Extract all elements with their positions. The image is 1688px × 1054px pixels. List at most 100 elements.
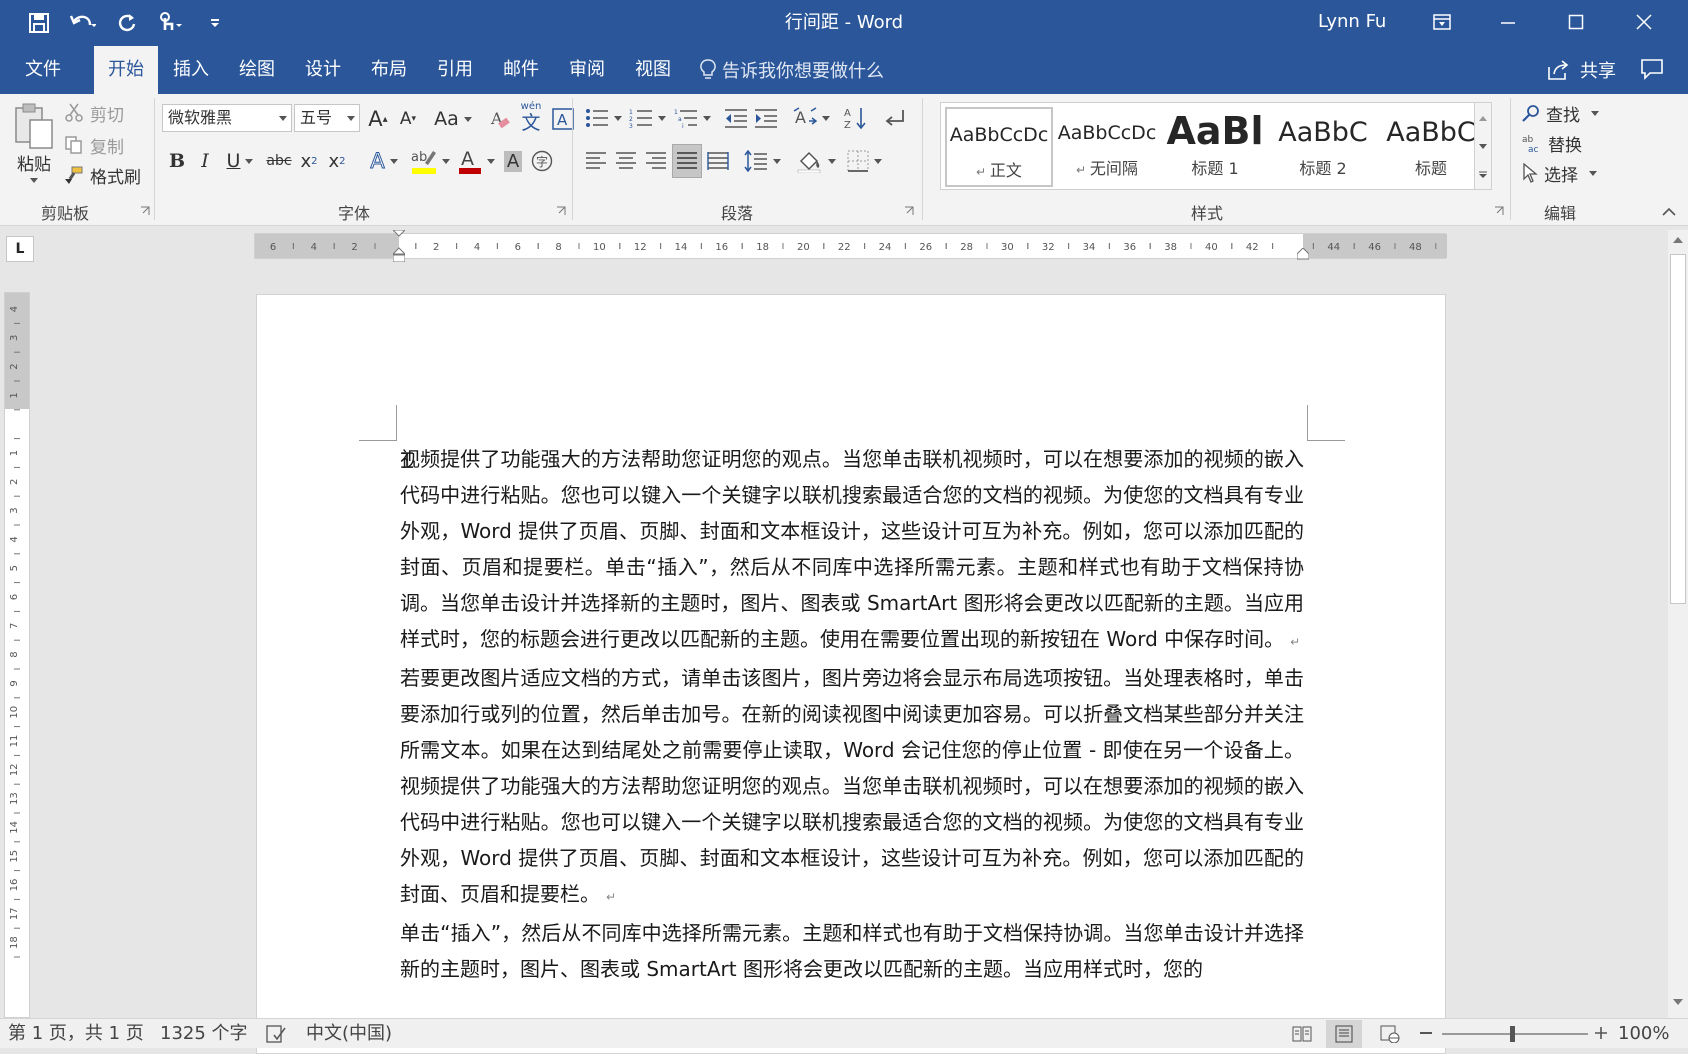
italic-icon[interactable]: I bbox=[192, 146, 218, 176]
collapse-ribbon-icon[interactable] bbox=[1662, 206, 1676, 216]
bold-icon[interactable]: B bbox=[164, 146, 190, 176]
tab-references[interactable]: 引用 bbox=[424, 46, 486, 94]
paragraph[interactable]: 若要更改图片适应文档的方式，请单击该图片，图片旁边将会显示布局选项按钮。当处理表… bbox=[400, 660, 1304, 915]
clipboard-launcher-icon[interactable] bbox=[140, 206, 150, 216]
tab-home[interactable]: 开始 bbox=[94, 46, 158, 94]
scroll-up-icon[interactable] bbox=[1673, 236, 1683, 244]
change-case-button[interactable]: Aa bbox=[430, 106, 476, 132]
replace-button[interactable]: ab ac 替换 bbox=[1522, 130, 1582, 156]
print-layout-icon[interactable] bbox=[1326, 1020, 1362, 1048]
chevron-down-icon[interactable] bbox=[347, 116, 355, 121]
underline-icon[interactable]: U bbox=[220, 146, 260, 176]
increase-indent-icon[interactable] bbox=[752, 104, 780, 132]
customize-qat-icon[interactable] bbox=[198, 6, 232, 40]
more-styles-icon[interactable] bbox=[1475, 161, 1491, 189]
comments-icon[interactable] bbox=[1640, 58, 1664, 80]
zoom-out-icon[interactable] bbox=[1420, 1032, 1432, 1034]
zoom-level[interactable]: 100% bbox=[1618, 1019, 1669, 1049]
zoom-slider[interactable] bbox=[1442, 1033, 1588, 1035]
bullets-icon[interactable] bbox=[582, 104, 624, 132]
vertical-scrollbar[interactable] bbox=[1668, 230, 1688, 1018]
save-icon[interactable] bbox=[22, 6, 56, 40]
shading-icon[interactable] bbox=[794, 146, 838, 176]
line-spacing-icon[interactable] bbox=[740, 146, 784, 176]
scroll-down-icon[interactable] bbox=[1673, 998, 1683, 1006]
phonetic-guide-icon[interactable]: wén 文 bbox=[516, 100, 546, 134]
chevron-down-icon[interactable] bbox=[1475, 132, 1491, 161]
chevron-up-icon[interactable] bbox=[1475, 103, 1491, 132]
enclose-characters-icon[interactable]: 字 bbox=[528, 146, 556, 176]
style-normal[interactable]: AaBbCcDc ↵ 正文 bbox=[945, 107, 1053, 187]
horizontal-ruler[interactable]: 6 4 2 2 4 6 8 10 12 14 16 18 20 22 24 26 28 30 32 34 36 38 40 4… bbox=[254, 230, 1447, 262]
grow-font-icon[interactable]: A ▴ bbox=[364, 106, 392, 132]
language[interactable]: 中文(中国) bbox=[306, 1019, 392, 1049]
word-count[interactable]: 1325 个字 bbox=[160, 1019, 248, 1049]
styles-launcher-icon[interactable] bbox=[1494, 206, 1504, 216]
format-painter-button[interactable]: 格式刷 bbox=[64, 162, 141, 188]
document-page[interactable]: Ɪ 视频提供了功能强大的方法帮助您证明您的观点。当您单击联机视频时，可以在想要添… bbox=[256, 294, 1446, 1054]
superscript-icon[interactable]: x2 bbox=[324, 146, 350, 176]
font-size-box[interactable]: 五号 bbox=[294, 104, 360, 132]
distributed-icon[interactable] bbox=[704, 146, 732, 176]
share-button[interactable]: 共享 bbox=[1546, 46, 1616, 94]
redo-icon[interactable] bbox=[110, 6, 144, 40]
tab-layout[interactable]: 布局 bbox=[358, 46, 420, 94]
borders-icon[interactable] bbox=[842, 146, 886, 176]
indent-marker-icon[interactable] bbox=[393, 230, 405, 262]
character-shading-icon[interactable]: A bbox=[500, 146, 526, 176]
style-heading-1[interactable]: AaBl 标题 1 bbox=[1161, 107, 1269, 187]
show-marks-icon[interactable] bbox=[880, 104, 908, 132]
user-name[interactable]: Lynn Fu bbox=[1318, 0, 1386, 44]
font-launcher-icon[interactable] bbox=[556, 206, 566, 216]
chinese-layout-icon[interactable]: A bbox=[790, 104, 832, 132]
tab-selector[interactable]: L bbox=[6, 236, 34, 262]
style-no-spacing[interactable]: AaBbCcDc ↵ 无间隔 bbox=[1053, 107, 1161, 187]
close-icon[interactable] bbox=[1610, 0, 1678, 44]
strikethrough-icon[interactable]: abc bbox=[264, 146, 294, 176]
web-layout-icon[interactable] bbox=[1380, 1025, 1400, 1043]
right-indent-marker-icon[interactable] bbox=[1297, 248, 1309, 260]
shrink-font-icon[interactable]: A ▾ bbox=[394, 106, 422, 132]
select-button[interactable]: 选择 bbox=[1522, 160, 1597, 186]
align-center-icon[interactable] bbox=[612, 146, 640, 176]
decrease-indent-icon[interactable] bbox=[722, 104, 750, 132]
style-heading-2[interactable]: AaBbC 标题 2 bbox=[1269, 107, 1377, 187]
highlight-color-icon[interactable]: ab bbox=[408, 144, 452, 178]
tell-me-box[interactable]: 告诉我你想要做什么 bbox=[700, 46, 884, 94]
subscript-icon[interactable]: x2 bbox=[296, 146, 322, 176]
font-name-box[interactable]: 微软雅黑 bbox=[162, 104, 292, 132]
zoom-in-icon[interactable] bbox=[1594, 1026, 1608, 1040]
tab-insert[interactable]: 插入 bbox=[160, 46, 222, 94]
paste-button[interactable]: 粘贴 bbox=[10, 150, 58, 175]
multilevel-list-icon[interactable]: 1ai bbox=[670, 104, 714, 132]
vertical-ruler[interactable]: 4 3 2 1 1 2 3 4 5 6 7 8 9 10 11 12 13 14 15 16 17 18 bbox=[4, 292, 30, 1018]
clear-formatting-icon[interactable]: A bbox=[486, 106, 514, 132]
tab-file[interactable]: 文件 bbox=[14, 46, 72, 94]
undo-icon[interactable] bbox=[66, 6, 100, 40]
tab-mailings[interactable]: 邮件 bbox=[490, 46, 552, 94]
paragraph[interactable]: 单击“插入”，然后从不同库中选择所需元素。主题和样式也有助于文档保持协调。当您单… bbox=[400, 915, 1304, 987]
find-button[interactable]: 查找 bbox=[1522, 100, 1599, 126]
read-mode-icon[interactable] bbox=[1292, 1025, 1312, 1043]
text-effects-icon[interactable]: A bbox=[364, 146, 404, 176]
style-title[interactable]: AaBbC 标题 bbox=[1377, 107, 1485, 187]
tab-review[interactable]: 审阅 bbox=[556, 46, 618, 94]
paragraph[interactable]: 视频提供了功能强大的方法帮助您证明您的观点。当您单击联机视频时，可以在想要添加的… bbox=[400, 441, 1304, 660]
paragraph-launcher-icon[interactable] bbox=[904, 206, 914, 216]
minimize-icon[interactable] bbox=[1474, 0, 1542, 44]
align-right-icon[interactable] bbox=[642, 146, 670, 176]
font-color-icon[interactable]: A bbox=[454, 144, 498, 178]
proofing-icon[interactable] bbox=[266, 1025, 286, 1043]
justify-icon[interactable] bbox=[672, 144, 702, 178]
chevron-down-icon[interactable] bbox=[279, 116, 287, 121]
maximize-icon[interactable] bbox=[1542, 0, 1610, 44]
align-left-icon[interactable] bbox=[582, 146, 610, 176]
tab-draw[interactable]: 绘图 bbox=[226, 46, 288, 94]
tab-view[interactable]: 视图 bbox=[622, 46, 684, 94]
touch-mode-icon[interactable] bbox=[154, 6, 188, 40]
sort-icon[interactable]: AZ bbox=[842, 104, 870, 132]
zoom-slider-thumb[interactable] bbox=[1510, 1026, 1515, 1042]
page-count[interactable]: 第 1 页，共 1 页 bbox=[8, 1019, 144, 1049]
paste-icon[interactable] bbox=[10, 100, 58, 152]
ribbon-display-icon[interactable] bbox=[1408, 0, 1476, 44]
